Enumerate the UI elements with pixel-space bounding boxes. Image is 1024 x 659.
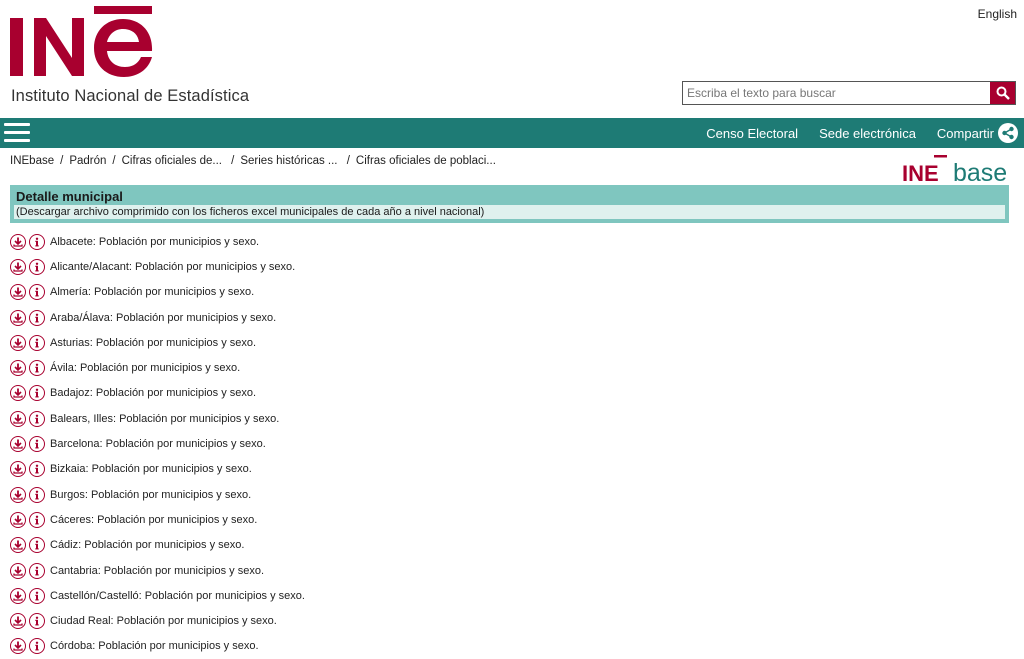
list-item-label[interactable]: Córdoba: Población por municipios y sexo… xyxy=(50,640,259,652)
info-icon[interactable] xyxy=(29,486,45,503)
download-icon[interactable] xyxy=(10,461,26,478)
list-item: Araba/Álava: Población por municipios y … xyxy=(10,305,1010,330)
download-icon[interactable] xyxy=(10,638,26,655)
list-item: Ciudad Real: Población por municipios y … xyxy=(10,608,1010,633)
info-icon[interactable] xyxy=(29,436,45,453)
list-item: Albacete: Población por municipios y sex… xyxy=(10,229,1010,254)
download-icon[interactable] xyxy=(10,587,26,604)
list-item-label[interactable]: Burgos: Población por municipios y sexo. xyxy=(50,489,251,501)
info-icon[interactable] xyxy=(29,461,45,478)
share-icon xyxy=(998,123,1018,143)
download-icon[interactable] xyxy=(10,410,26,427)
menu-icon[interactable] xyxy=(4,123,30,143)
list-item: Barcelona: Población por municipios y se… xyxy=(10,431,1010,456)
download-icon[interactable] xyxy=(10,537,26,554)
download-icon[interactable] xyxy=(10,334,26,351)
list-item: Ávila: Población por municipios y sexo. xyxy=(10,355,1010,380)
language-link[interactable]: English xyxy=(978,7,1017,21)
info-icon[interactable] xyxy=(29,511,45,528)
list-item-label[interactable]: Alicante/Alacant: Población por municipi… xyxy=(50,261,295,273)
breadcrumb: INEbase / Padrón / Cifras oficiales de..… xyxy=(10,155,496,167)
main-navbar: Censo Electoral Sede electrónica Compart… xyxy=(0,118,1024,148)
list-item-label[interactable]: Almería: Población por municipios y sexo… xyxy=(50,286,254,298)
download-icon[interactable] xyxy=(10,613,26,630)
share-button[interactable]: Compartir xyxy=(937,123,1018,143)
info-icon[interactable] xyxy=(29,309,45,326)
search-input[interactable] xyxy=(683,82,990,104)
list-item-label[interactable]: Barcelona: Población por municipios y se… xyxy=(50,438,266,450)
list-item: Córdoba: Población por municipios y sexo… xyxy=(10,634,1010,659)
download-icon[interactable] xyxy=(10,258,26,275)
nav-sede-electronica[interactable]: Sede electrónica xyxy=(819,126,916,141)
breadcrumb-item[interactable]: Cifras oficiales de... xyxy=(122,155,222,167)
breadcrumb-item[interactable]: INEbase xyxy=(10,155,54,167)
list-item-label[interactable]: Bizkaia: Población por municipios y sexo… xyxy=(50,463,252,475)
list-item: Castellón/Castelló: Población por munici… xyxy=(10,583,1010,608)
list-item: Asturias: Población por municipios y sex… xyxy=(10,330,1010,355)
province-list: Albacete: Población por municipios y sex… xyxy=(10,229,1010,659)
inebase-logo[interactable]: INE base xyxy=(902,151,1006,185)
info-icon[interactable] xyxy=(29,410,45,427)
info-icon[interactable] xyxy=(29,233,45,250)
list-item-label[interactable]: Araba/Álava: Población por municipios y … xyxy=(50,312,276,324)
list-item: Cádiz: Población por municipios y sexo. xyxy=(10,533,1010,558)
section-title: Detalle municipal xyxy=(16,189,123,204)
list-item: Almería: Población por municipios y sexo… xyxy=(10,280,1010,305)
info-icon[interactable] xyxy=(29,562,45,579)
list-item-label[interactable]: Cádiz: Población por municipios y sexo. xyxy=(50,539,244,551)
list-item-label[interactable]: Castellón/Castelló: Población por munici… xyxy=(50,590,305,602)
download-all-link[interactable]: (Descargar archivo comprimido con los fi… xyxy=(14,205,1005,219)
list-item: Balears, Illes: Población por municipios… xyxy=(10,406,1010,431)
svg-text:INE: INE xyxy=(902,161,939,185)
breadcrumb-item[interactable]: Series históricas ... xyxy=(240,155,337,167)
list-item: Cáceres: Población por municipios y sexo… xyxy=(10,507,1010,532)
svg-text:base: base xyxy=(953,159,1006,185)
list-item: Burgos: Población por municipios y sexo. xyxy=(10,482,1010,507)
list-item: Cantabria: Población por municipios y se… xyxy=(10,558,1010,583)
search-icon xyxy=(996,86,1010,100)
download-icon[interactable] xyxy=(10,511,26,528)
info-icon[interactable] xyxy=(29,385,45,402)
download-icon[interactable] xyxy=(10,360,26,377)
list-item-label[interactable]: Asturias: Población por municipios y sex… xyxy=(50,337,256,349)
list-item-label[interactable]: Albacete: Población por municipios y sex… xyxy=(50,236,259,248)
section-detalle-municipal: Detalle municipal (Descargar archivo com… xyxy=(10,185,1009,223)
download-icon[interactable] xyxy=(10,233,26,250)
download-icon[interactable] xyxy=(10,284,26,301)
info-icon[interactable] xyxy=(29,334,45,351)
list-item-label[interactable]: Badajoz: Población por municipios y sexo… xyxy=(50,387,256,399)
info-icon[interactable] xyxy=(29,258,45,275)
share-label: Compartir xyxy=(936,125,994,141)
info-icon[interactable] xyxy=(29,613,45,630)
breadcrumb-item[interactable]: Cifras oficiales de poblaci... xyxy=(356,155,496,167)
download-icon[interactable] xyxy=(10,309,26,326)
download-icon[interactable] xyxy=(10,385,26,402)
logo-subtitle: Instituto Nacional de Estadística xyxy=(11,87,250,105)
list-item: Alicante/Alacant: Población por municipi… xyxy=(10,254,1010,279)
info-icon[interactable] xyxy=(29,638,45,655)
list-item-label[interactable]: Balears, Illes: Población por municipios… xyxy=(50,413,279,425)
info-icon[interactable] xyxy=(29,360,45,377)
search-button[interactable] xyxy=(990,82,1015,104)
list-item-label[interactable]: Cantabria: Población por municipios y se… xyxy=(50,565,264,577)
info-icon[interactable] xyxy=(29,587,45,604)
nav-censo-electoral[interactable]: Censo Electoral xyxy=(706,126,798,141)
download-icon[interactable] xyxy=(10,436,26,453)
search-box xyxy=(682,81,1016,105)
download-icon[interactable] xyxy=(10,562,26,579)
list-item-label[interactable]: Cáceres: Población por municipios y sexo… xyxy=(50,514,257,526)
info-icon[interactable] xyxy=(29,537,45,554)
list-item-label[interactable]: Ávila: Población por municipios y sexo. xyxy=(50,362,240,374)
list-item: Badajoz: Población por municipios y sexo… xyxy=(10,381,1010,406)
breadcrumb-item[interactable]: Padrón xyxy=(69,155,106,167)
info-icon[interactable] xyxy=(29,284,45,301)
download-icon[interactable] xyxy=(10,486,26,503)
list-item: Bizkaia: Población por municipios y sexo… xyxy=(10,457,1010,482)
list-item-label[interactable]: Ciudad Real: Población por municipios y … xyxy=(50,615,277,627)
